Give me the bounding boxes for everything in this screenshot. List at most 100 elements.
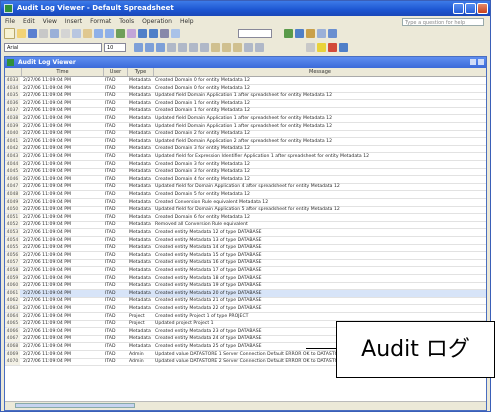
minimize-button[interactable] (453, 3, 464, 14)
type-cell: Metadata (129, 214, 151, 220)
align-right-icon[interactable] (189, 43, 198, 52)
user-cell: ITAD (105, 131, 116, 137)
menu-operation[interactable]: Operation (142, 18, 172, 25)
new-icon[interactable] (4, 28, 15, 39)
undo-icon[interactable] (94, 29, 103, 38)
view-icon[interactable] (295, 29, 304, 38)
user-cell: ITAD (105, 146, 116, 152)
user-cell: ITAD (105, 192, 116, 197)
time-cell: 2/27/06 11:09:04 PM (23, 230, 71, 235)
drawing-icon[interactable] (127, 29, 136, 38)
row-number: 4070 (5, 358, 20, 366)
sort-descending-icon[interactable] (149, 29, 158, 38)
column-header-user[interactable]: User (104, 68, 128, 76)
time-cell: 2/27/06 11:09:04 PM (23, 100, 71, 106)
message-cell: Created entity Metadata 14 of type DATAB… (155, 245, 262, 251)
preview-icon[interactable] (50, 29, 59, 38)
zoom-icon[interactable] (171, 29, 180, 38)
sort-ascending-icon[interactable] (138, 29, 147, 38)
maximize-button[interactable] (465, 3, 476, 14)
percent-icon[interactable] (222, 43, 231, 52)
zoom-select[interactable] (238, 29, 272, 38)
print-setup-icon[interactable] (306, 29, 315, 38)
paste-icon[interactable] (83, 29, 92, 38)
open-icon[interactable] (17, 29, 26, 38)
decrease-indent-icon[interactable] (244, 43, 253, 52)
row-number: 4056 (5, 251, 20, 259)
refresh-icon[interactable] (328, 29, 337, 38)
type-cell: Metadata (129, 252, 151, 258)
format-icon[interactable] (339, 43, 348, 52)
document-close-button[interactable] (478, 59, 484, 65)
menu-file[interactable]: File (5, 18, 15, 25)
redo-icon[interactable] (105, 29, 114, 38)
message-cell: Updated field for Domain Application 4 a… (155, 184, 340, 190)
message-cell: Created Domain 1 for entity Metadata 12 (155, 108, 250, 114)
menu-view[interactable]: View (43, 18, 57, 25)
type-cell: Admin (129, 359, 144, 365)
type-cell: Metadata (129, 268, 151, 273)
row-number: 4046 (5, 175, 20, 183)
increase-indent-icon[interactable] (255, 43, 264, 52)
time-cell: 2/27/06 11:09:04 PM (23, 275, 71, 281)
copy-icon[interactable] (72, 29, 81, 38)
menu-format[interactable]: Format (90, 18, 111, 25)
filter-icon[interactable] (160, 29, 169, 38)
print-icon[interactable] (39, 29, 48, 38)
bold-icon[interactable] (134, 43, 143, 52)
time-cell: 2/27/06 11:09:04 PM (23, 328, 71, 334)
align-left-icon[interactable] (167, 43, 176, 52)
time-cell: 2/27/06 11:09:04 PM (23, 359, 71, 365)
merge-icon[interactable] (200, 43, 209, 52)
fill-color-icon[interactable] (317, 43, 326, 52)
comma-icon[interactable] (233, 43, 242, 52)
document-restore-button[interactable] (470, 59, 476, 65)
horizontal-scrollbar[interactable] (5, 401, 486, 410)
time-cell: 2/27/06 11:09:04 PM (23, 283, 71, 289)
message-cell: Created entity Metadata 21 of type DATAB… (155, 298, 262, 304)
cut-icon[interactable] (61, 29, 70, 38)
time-cell: 2/27/06 11:09:04 PM (23, 123, 71, 129)
menu-help[interactable]: Help (180, 18, 194, 25)
time-cell: 2/27/06 11:09:04 PM (23, 154, 71, 159)
column-header-type[interactable]: Type (128, 68, 154, 76)
table-icon[interactable] (284, 29, 293, 38)
type-cell: Metadata (129, 260, 151, 266)
time-cell: 2/27/06 11:09:04 PM (23, 176, 71, 182)
align-center-icon[interactable] (178, 43, 187, 52)
font-color-icon[interactable] (328, 43, 337, 52)
user-cell: ITAD (105, 93, 116, 99)
chart-icon[interactable] (116, 29, 125, 38)
font-name-select[interactable]: Arial (4, 43, 102, 52)
menu-edit[interactable]: Edit (23, 18, 35, 25)
row-number: 4061 (5, 289, 20, 297)
user-cell: ITAD (105, 336, 116, 342)
italic-icon[interactable] (145, 43, 154, 52)
user-cell: ITAD (105, 351, 116, 357)
type-cell: Metadata (129, 169, 151, 175)
find-icon[interactable] (317, 29, 326, 38)
window-title: Audit Log Viewer - Default Spreadsheet (17, 4, 174, 12)
close-button[interactable] (477, 3, 488, 14)
font-size-select[interactable]: 10 (104, 43, 126, 52)
time-cell: 2/27/06 11:09:04 PM (23, 290, 71, 296)
column-header-message[interactable]: Message (154, 68, 486, 76)
time-cell: 2/27/06 11:09:04 PM (23, 214, 71, 220)
document-icon (7, 59, 14, 66)
column-header-time[interactable]: Time (22, 68, 104, 76)
type-cell: Metadata (129, 328, 151, 334)
message-cell: Updated field Domain Application 1 after… (155, 123, 333, 129)
time-cell: 2/27/06 11:09:04 PM (23, 260, 71, 266)
borders-icon[interactable] (306, 43, 315, 52)
row-number: 4068 (5, 343, 20, 350)
help-search-input[interactable]: Type a question for help (402, 17, 484, 26)
menu-tools[interactable]: Tools (119, 18, 134, 25)
menu-insert[interactable]: Insert (65, 18, 82, 25)
app-icon (4, 4, 13, 13)
save-icon[interactable] (28, 29, 37, 38)
user-cell: ITAD (105, 237, 116, 243)
currency-icon[interactable] (211, 43, 220, 52)
scrollbar-thumb[interactable] (15, 403, 135, 408)
underline-icon[interactable] (156, 43, 165, 52)
message-cell: Updated field for Expression Identifier … (155, 154, 370, 159)
